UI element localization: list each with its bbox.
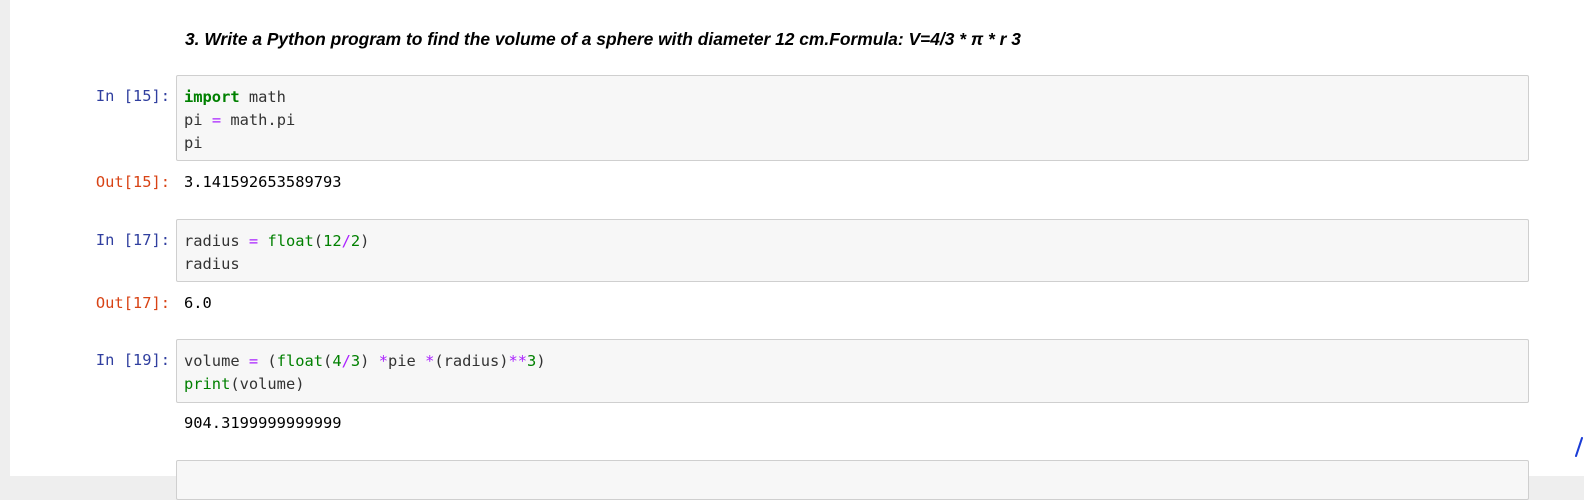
cell-output-17: 6.0 <box>184 294 212 312</box>
output-prompt-17: Out[17]: <box>95 294 170 312</box>
input-prompt-17: In [17]: <box>95 231 170 249</box>
markdown-heading: 3. Write a Python program to find the vo… <box>185 29 1021 49</box>
code-token: (radius) <box>434 352 509 370</box>
code-token: radius <box>184 232 249 250</box>
code-cell-empty[interactable] <box>176 460 1529 500</box>
code-token: ) <box>536 352 546 370</box>
code-token: float <box>267 232 314 250</box>
code-token: / <box>341 352 351 370</box>
code-cell-15[interactable]: import math pi = math.pi pi <box>176 75 1529 161</box>
code-token: math.pi <box>221 111 296 129</box>
code-token: (volume) <box>230 375 305 393</box>
code-token: pi <box>184 134 203 152</box>
code-token: = <box>248 232 259 250</box>
code-token: * <box>425 352 435 370</box>
code-token: radius <box>184 255 240 273</box>
output-prompt-15: Out[15]: <box>95 173 170 191</box>
cell-output-19: 904.3199999999999 <box>184 414 342 432</box>
code-line: print(volume) <box>184 373 1528 396</box>
notebook-container: 3. Write a Python program to find the vo… <box>10 0 1584 500</box>
code-line: radius = float(12/2) <box>184 230 1528 253</box>
code-token: pie <box>388 352 426 370</box>
code-token: / <box>341 232 351 250</box>
code-token: 12 <box>323 232 342 250</box>
code-line: pi <box>184 132 1528 155</box>
code-token: import <box>184 88 240 106</box>
code-token: print <box>184 375 231 393</box>
code-token: ( <box>323 352 333 370</box>
code-cell-17[interactable]: radius = float(12/2) radius <box>176 219 1529 282</box>
input-prompt-19: In [19]: <box>95 351 170 369</box>
code-token: = <box>248 352 259 370</box>
scroll-arrow-icon[interactable] <box>1575 434 1584 458</box>
cell-output-15: 3.141592653589793 <box>184 173 342 191</box>
code-token: ( <box>313 232 324 250</box>
code-token: 4 <box>332 352 342 370</box>
code-token: ( <box>258 352 277 370</box>
code-token: volume <box>184 352 249 370</box>
code-token: 2 <box>350 232 361 250</box>
code-token: ) <box>360 352 379 370</box>
code-token: pi <box>184 111 212 129</box>
code-token: ** <box>508 352 528 370</box>
code-token: 3 <box>527 352 537 370</box>
code-line: pi = math.pi <box>184 109 1528 132</box>
code-line: volume = (float(4/3) *pie *(radius)**3) <box>184 350 1528 373</box>
code-token: ) <box>360 232 370 250</box>
code-token: 3 <box>350 352 361 370</box>
input-prompt-15: In [15]: <box>95 87 170 105</box>
code-cell-19[interactable]: volume = (float(4/3) *pie *(radius)**3) … <box>176 339 1529 403</box>
code-token: = <box>211 111 222 129</box>
code-line: import math <box>184 86 1528 109</box>
code-token: math <box>239 88 286 106</box>
code-token: * <box>378 352 388 370</box>
code-line: radius <box>184 253 1528 276</box>
code-token: float <box>276 352 324 370</box>
